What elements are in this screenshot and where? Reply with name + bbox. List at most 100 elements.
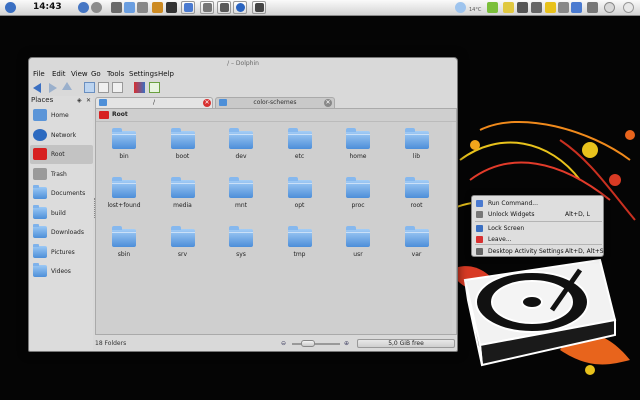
folder-label: usr — [353, 251, 363, 258]
kmix-icon[interactable] — [571, 2, 582, 13]
places-close-icon[interactable]: ✕ — [86, 97, 91, 104]
desktop-icon[interactable] — [111, 2, 122, 13]
folder-item[interactable]: dev — [216, 127, 266, 171]
menu-view[interactable]: View — [71, 70, 88, 78]
sidebar-item-label: Pictures — [51, 248, 75, 256]
folder-icon — [287, 226, 312, 247]
zoom-out-icon[interactable]: ⊖ — [281, 340, 286, 347]
free-space-indicator[interactable]: 5,0 GiB free — [357, 339, 455, 348]
menu-help[interactable]: Help — [158, 70, 174, 78]
folder-item[interactable]: usr — [333, 225, 383, 269]
folder-label: lib — [412, 153, 421, 160]
places-float-icon[interactable]: ◈ — [77, 97, 82, 104]
tab-close-icon[interactable]: ✕ — [203, 99, 211, 107]
task-button-1[interactable] — [181, 1, 195, 14]
menu-go[interactable]: Go — [91, 70, 101, 78]
context-menu-item[interactable]: Run Command... — [472, 198, 605, 209]
vertical-scrollbar[interactable] — [452, 122, 456, 334]
folder-item[interactable]: opt — [275, 176, 325, 220]
folder-item[interactable]: proc — [333, 176, 383, 220]
sidebar-item-root[interactable]: Root — [30, 145, 93, 164]
context-menu-item[interactable]: Desktop Activity Settings Alt+D, Alt+S — [472, 246, 605, 257]
folder-label: root — [410, 202, 423, 209]
tab-bar: / ✕ color-schemes ✕ — [95, 97, 457, 108]
split-view-button[interactable] — [149, 82, 160, 93]
zoom-slider-handle[interactable] — [301, 340, 315, 347]
folder-icon — [229, 128, 253, 149]
menu-tools[interactable]: Tools — [107, 70, 124, 78]
folder-item[interactable]: mnt — [216, 176, 266, 220]
cashew-icon[interactable] — [623, 2, 634, 13]
battery-icon[interactable] — [487, 2, 498, 13]
folder-item[interactable]: boot — [158, 127, 208, 171]
zoom-slider[interactable] — [292, 343, 340, 345]
folder-item[interactable]: media — [158, 176, 208, 220]
sidebar-item-videos[interactable]: Videos — [30, 262, 93, 281]
panel-clock[interactable]: 14:43 — [33, 2, 62, 12]
folder-item[interactable]: sbin — [99, 225, 149, 269]
tab-color-schemes[interactable]: color-schemes ✕ — [215, 97, 335, 108]
sidebar-item-pictures[interactable]: Pictures — [30, 243, 93, 262]
network-icon[interactable] — [517, 2, 528, 13]
context-menu-item[interactable]: Unlock Widgets Alt+D, L — [472, 209, 605, 220]
folder-label: proc — [351, 202, 365, 209]
folder-icon — [112, 177, 136, 198]
terminal-icon[interactable] — [166, 2, 177, 13]
tab-root[interactable]: / ✕ — [95, 97, 213, 108]
details-view-button[interactable] — [98, 82, 109, 93]
device-notifier-icon[interactable] — [587, 2, 598, 13]
folder-item[interactable]: root — [392, 176, 442, 220]
task-button-3[interactable] — [217, 1, 231, 14]
location-bar[interactable]: Root — [96, 109, 456, 122]
sidebar-item-network[interactable]: Network — [30, 126, 93, 145]
dolphin-icon[interactable] — [124, 2, 135, 13]
forward-icon[interactable] — [47, 82, 58, 93]
columns-view-button[interactable] — [112, 82, 123, 93]
folder-item[interactable]: etc — [275, 127, 325, 171]
context-menu-item[interactable]: Lock Screen — [472, 223, 605, 234]
kde-menu-icon[interactable] — [5, 2, 16, 13]
zoom-in-icon[interactable]: ⊕ — [344, 340, 349, 347]
folder-item[interactable]: srv — [158, 225, 208, 269]
clipboard-icon[interactable] — [558, 2, 569, 13]
back-icon[interactable] — [33, 82, 44, 93]
folder-item[interactable]: lib — [392, 127, 442, 171]
sidebar-item-build[interactable]: build — [30, 204, 93, 223]
preview-button[interactable] — [134, 82, 145, 93]
places-panel: Places ◈ ✕ Home Network Root Trash Documents… — [30, 96, 93, 350]
task-button-5[interactable] — [252, 1, 266, 14]
menu-edit[interactable]: Edit — [52, 70, 66, 78]
sidebar-item-home[interactable]: Home — [30, 106, 93, 125]
sidebar-item-downloads[interactable]: Downloads — [30, 223, 93, 242]
icon-view-button[interactable] — [84, 82, 95, 93]
top-panel: 14:43 14°C — [0, 0, 640, 16]
folder-icon — [346, 177, 370, 198]
info-icon[interactable] — [604, 2, 615, 13]
folder-icon — [404, 128, 429, 149]
folder-item[interactable]: var — [392, 225, 442, 269]
volume-icon[interactable] — [531, 2, 542, 13]
menu-file[interactable]: File — [33, 70, 45, 78]
folder-item[interactable]: sys — [216, 225, 266, 269]
notes-icon[interactable] — [503, 2, 514, 13]
settings-icon[interactable] — [91, 2, 102, 13]
sidebar-item-trash[interactable]: Trash — [30, 165, 93, 184]
up-icon[interactable] — [62, 82, 73, 93]
weather-icon[interactable] — [455, 2, 466, 13]
bulb-icon[interactable] — [545, 2, 556, 13]
image-icon[interactable] — [137, 2, 148, 13]
folder-item[interactable]: bin — [99, 127, 149, 171]
menu-settings[interactable]: Settings — [129, 70, 158, 78]
folder-item[interactable]: lost+found — [99, 176, 149, 220]
folder-item[interactable]: tmp — [275, 225, 325, 269]
tool-icon[interactable] — [152, 2, 163, 13]
task-button-2[interactable] — [200, 1, 214, 14]
folder-item[interactable]: home — [333, 127, 383, 171]
sidebar-item-documents[interactable]: Documents — [30, 184, 93, 203]
task-button-4[interactable] — [233, 1, 247, 14]
folder-icon — [99, 99, 107, 106]
folder-label: opt — [294, 202, 305, 209]
window-title[interactable]: / – Dolphin — [29, 58, 457, 69]
konqueror-icon[interactable] — [78, 2, 89, 13]
tab-close-icon[interactable]: ✕ — [324, 99, 332, 107]
